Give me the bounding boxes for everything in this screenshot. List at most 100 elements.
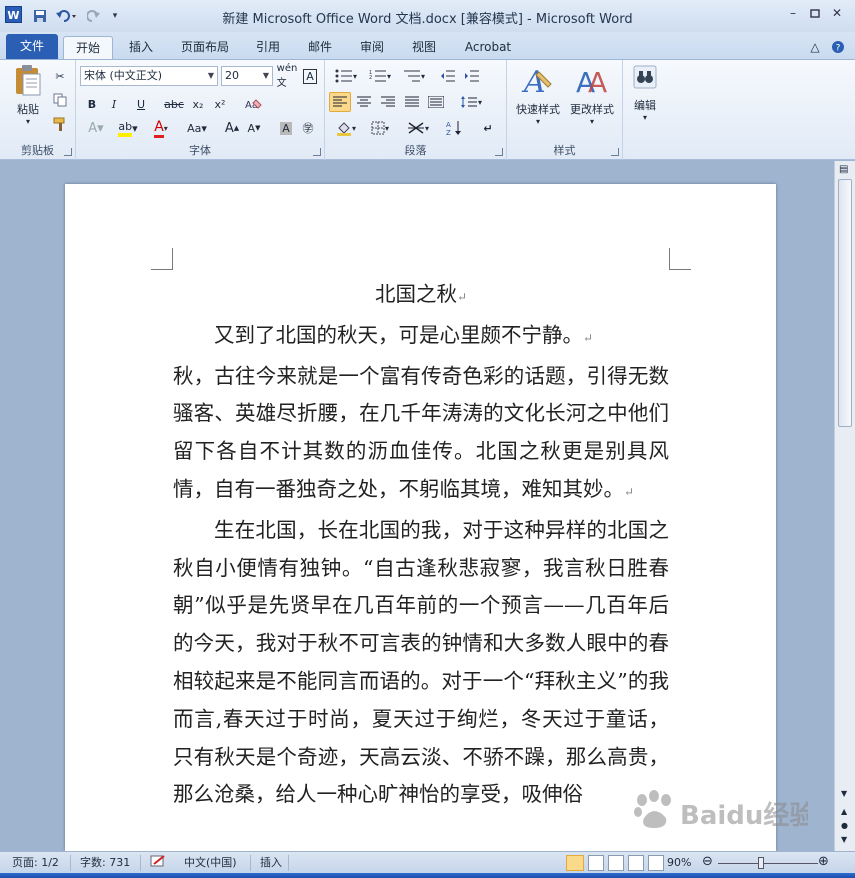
editing-label: 编辑 <box>634 99 656 112</box>
browse-object-icon[interactable]: ● <box>841 821 848 830</box>
status-separator <box>288 855 289 871</box>
language-indicator[interactable]: 中文(中国) <box>184 855 237 871</box>
full-screen-view-icon[interactable] <box>588 855 604 871</box>
editing-button[interactable]: 编辑 ▾ <box>627 64 663 122</box>
char-border-icon[interactable]: A <box>300 66 320 86</box>
justify-icon[interactable] <box>401 92 423 112</box>
paste-button[interactable]: 粘贴 ▾ <box>8 64 48 126</box>
paragraph-launcher-icon[interactable] <box>495 148 503 156</box>
font-name-combo[interactable]: 宋体 (中文正文) ▼ <box>80 66 218 86</box>
window-title: 新建 Microsoft Office Word 文档.docx [兼容模式] … <box>222 12 633 27</box>
shrink-font-button[interactable]: A ▼ <box>244 118 264 138</box>
zoom-slider-thumb[interactable] <box>758 857 764 869</box>
sort-icon[interactable]: AZ <box>443 118 467 138</box>
scrollbar-thumb[interactable] <box>838 179 852 427</box>
ribbon: 粘贴 ▾ ✂ 剪贴板 宋体 (中文正文) ▼ 20 ▼ wén 文 A B I U a… <box>0 59 855 160</box>
show-marks-icon[interactable]: ↵ <box>477 118 499 138</box>
tab-home[interactable]: 开始 <box>63 36 113 60</box>
enclose-char-icon[interactable]: ㊫ <box>298 118 318 138</box>
previous-page-icon[interactable]: ▲ <box>841 807 847 816</box>
vertical-scrollbar[interactable]: ▤ ▼ ▲ ● ▼ <box>834 161 855 851</box>
phonetic-guide-icon[interactable]: wén 文 <box>276 63 298 89</box>
bold-button[interactable]: B <box>82 94 102 114</box>
help-icon[interactable]: ? <box>828 36 848 60</box>
clear-format-icon[interactable]: Aa <box>242 94 264 114</box>
distributed-icon[interactable] <box>425 92 447 112</box>
font-color-icon[interactable]: A ▾ <box>148 118 174 138</box>
paragraph-mark-icon: ↵ <box>456 290 468 304</box>
proofing-icon[interactable] <box>150 855 168 871</box>
quick-styles-button[interactable]: A 快速样式 ▾ <box>511 64 565 126</box>
borders-icon[interactable]: ▾ <box>365 118 395 138</box>
change-styles-icon: AA <box>576 66 607 99</box>
numbering-icon[interactable]: 1 2 ▾ <box>365 66 395 86</box>
superscript-button[interactable]: x² <box>210 94 230 114</box>
web-layout-view-icon[interactable] <box>608 855 624 871</box>
change-case-button[interactable]: Aa ▾ <box>182 118 212 138</box>
chinese-layout-icon[interactable]: ▾ <box>403 118 433 138</box>
clipboard-group: 粘贴 ▾ ✂ 剪贴板 <box>0 60 76 160</box>
strikethrough-button[interactable]: abc <box>162 94 186 114</box>
align-right-icon[interactable] <box>377 92 399 112</box>
cut-icon[interactable]: ✂ <box>50 66 70 86</box>
align-center-icon[interactable] <box>353 92 375 112</box>
highlight-icon[interactable]: ab ▾ <box>114 118 142 138</box>
styles-group: A 快速样式 ▾ AA 更改样式 ▾ 样式 <box>507 60 623 160</box>
svg-text:Z: Z <box>446 129 451 136</box>
char-shading-icon[interactable]: A <box>276 118 296 138</box>
text-effects-icon[interactable]: A▾ <box>82 118 110 138</box>
align-left-icon[interactable] <box>329 92 351 112</box>
increase-indent-icon[interactable] <box>461 66 483 86</box>
paragraph-3: 生在北国，长在北国的我，对于这种异样的北国之秋自小便情有独钟。“自古逢秋悲寂寥，… <box>173 517 669 807</box>
draft-view-icon[interactable] <box>648 855 664 871</box>
restore-icon[interactable] <box>804 6 826 24</box>
shading-icon[interactable]: ▾ <box>331 118 361 138</box>
underline-button[interactable]: U <box>128 94 154 114</box>
zoom-level[interactable]: 90% <box>667 855 691 871</box>
quick-styles-label: 快速样式 <box>516 103 560 116</box>
subscript-button[interactable]: x₂ <box>188 94 208 114</box>
font-size-combo[interactable]: 20 ▼ <box>221 66 273 86</box>
zoom-slider-track[interactable] <box>718 863 818 864</box>
zoom-in-icon[interactable]: ⊕ <box>818 855 829 871</box>
tab-acrobat[interactable]: Acrobat <box>456 36 520 60</box>
status-separator <box>250 855 251 871</box>
document-body[interactable]: 北国之秋↵ 又到了北国的秋天，可是心里颇不宁静。↵ 秋，古往今来就是一个富有传奇… <box>173 276 669 814</box>
title-bar: W ▾ 新建 Microsoft Office Word 文档.docx [兼容… <box>0 0 855 32</box>
grow-font-button[interactable]: A ▲ <box>222 118 242 138</box>
format-painter-icon[interactable] <box>50 114 70 134</box>
tab-page-layout[interactable]: 页面布局 <box>170 36 240 60</box>
insert-mode[interactable]: 插入 <box>260 855 282 871</box>
copy-icon[interactable] <box>50 90 70 110</box>
chevron-down-icon: ▼ <box>207 71 214 80</box>
document-page[interactable]: 北国之秋↵ 又到了北国的秋天，可是心里颇不宁静。↵ 秋，古往今来就是一个富有传奇… <box>65 184 776 851</box>
tab-file[interactable]: 文件 <box>6 34 58 60</box>
font-launcher-icon[interactable] <box>313 148 321 156</box>
ruler-toggle-icon[interactable]: ▤ <box>839 164 848 175</box>
clipboard-launcher-icon[interactable] <box>64 148 72 156</box>
scroll-down-icon[interactable]: ▼ <box>841 789 847 798</box>
tab-references[interactable]: 引用 <box>246 36 290 60</box>
word-count[interactable]: 字数: 731 <box>80 855 130 871</box>
tab-review[interactable]: 审阅 <box>350 36 394 60</box>
bullets-icon[interactable]: ▾ <box>331 66 361 86</box>
tab-insert[interactable]: 插入 <box>120 36 162 60</box>
tab-mailings[interactable]: 邮件 <box>298 36 342 60</box>
line-spacing-icon[interactable]: ▾ <box>457 92 485 112</box>
help-up-icon[interactable]: △ <box>806 36 824 60</box>
page-count[interactable]: 页面: 1/2 <box>12 855 59 871</box>
close-icon[interactable]: ✕ <box>826 6 848 24</box>
decrease-indent-icon[interactable] <box>437 66 459 86</box>
styles-launcher-icon[interactable] <box>611 148 619 156</box>
minimize-icon[interactable]: – <box>782 6 804 24</box>
italic-button[interactable]: I <box>104 94 124 114</box>
outline-view-icon[interactable] <box>628 855 644 871</box>
next-page-icon[interactable]: ▼ <box>841 835 847 844</box>
paragraph-group: ▾ 1 2 ▾ ▾ ▾ ▾ ▾ ▾ A Z ↵ 段落 <box>325 60 507 160</box>
zoom-out-icon[interactable]: ⊖ <box>702 855 713 871</box>
tab-view[interactable]: 视图 <box>402 36 446 60</box>
change-styles-button[interactable]: AA 更改样式 ▾ <box>565 64 619 126</box>
print-layout-view-icon[interactable] <box>566 855 584 871</box>
document-title: 北国之秋 <box>374 282 457 306</box>
multilevel-list-icon[interactable]: ▾ <box>399 66 429 86</box>
